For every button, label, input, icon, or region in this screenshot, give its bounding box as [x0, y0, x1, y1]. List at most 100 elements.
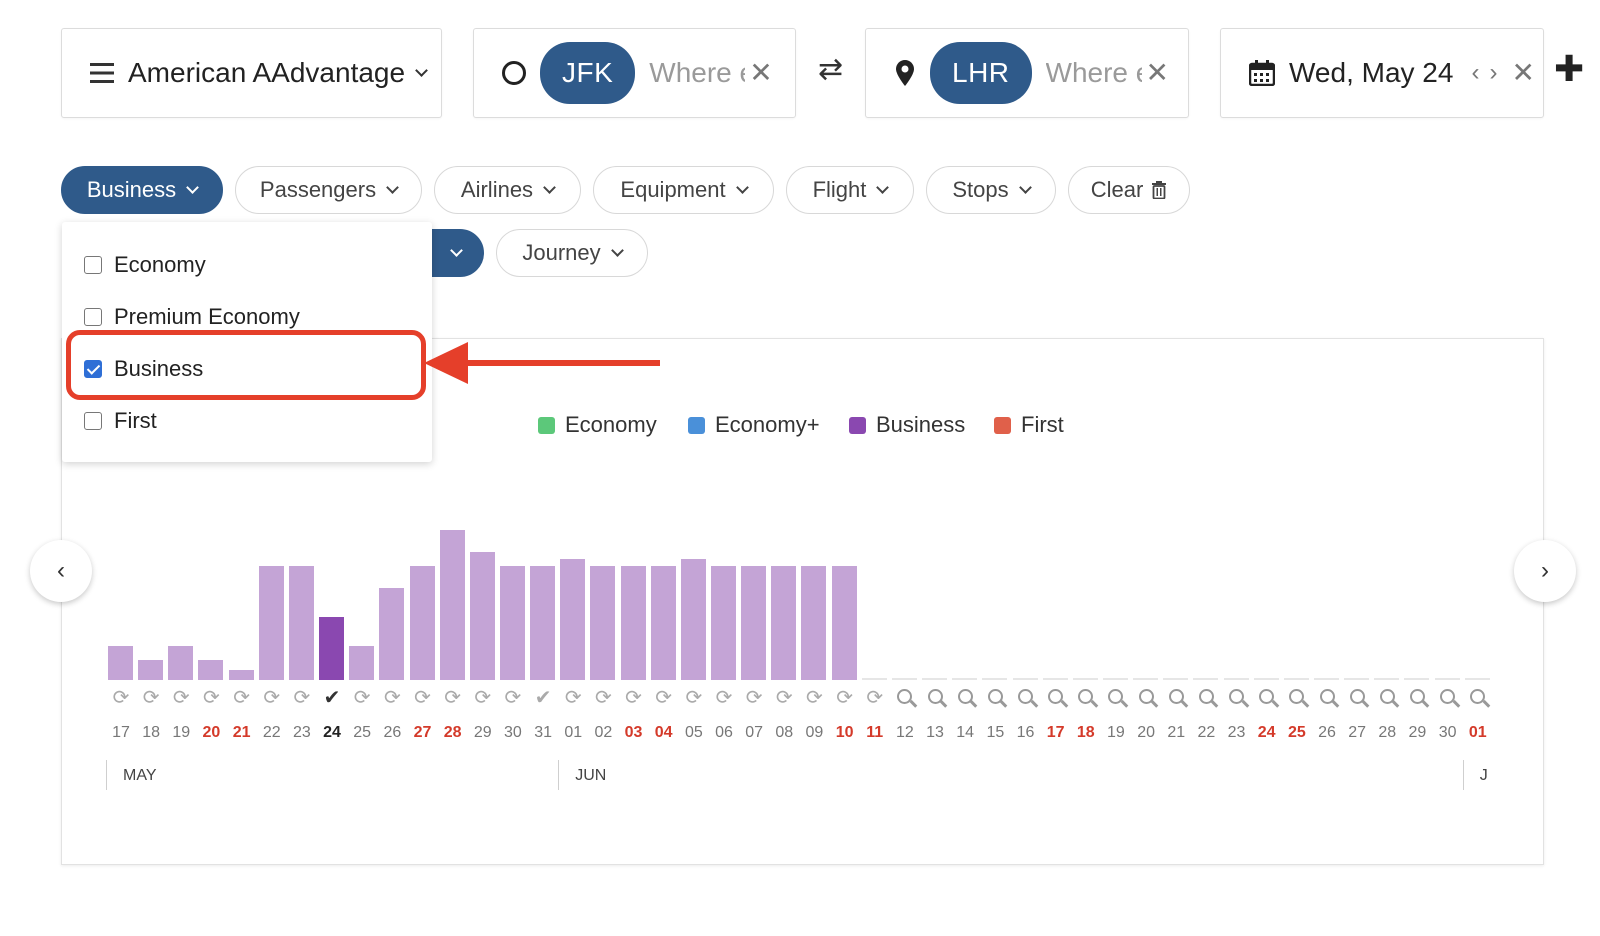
date-tick-label[interactable]: 01 — [1463, 724, 1493, 742]
check-icon[interactable]: ✔ — [528, 688, 558, 708]
date-tick-label[interactable]: 02 — [588, 724, 618, 742]
search-icon[interactable] — [1312, 688, 1342, 708]
refresh-icon[interactable]: ⟳ — [166, 688, 196, 708]
refresh-icon[interactable]: ⟳ — [558, 688, 588, 708]
date-tick-label[interactable]: 20 — [196, 724, 226, 742]
date-tick-label[interactable]: 21 — [1161, 724, 1191, 742]
chart-bar[interactable] — [409, 566, 435, 680]
date-tick-label[interactable]: 14 — [950, 724, 980, 742]
filter-cabin[interactable]: Business — [61, 166, 223, 214]
refresh-icon[interactable]: ⟳ — [679, 688, 709, 708]
chart-bar[interactable] — [771, 566, 797, 680]
search-icon[interactable] — [950, 688, 980, 708]
date-tick-label[interactable]: 01 — [558, 724, 588, 742]
chart-prev-button[interactable]: ‹ — [30, 540, 92, 602]
chart-bar[interactable] — [439, 530, 465, 680]
date-tick-label[interactable]: 23 — [1222, 724, 1252, 742]
chart-bar[interactable] — [530, 566, 556, 680]
chart-bar[interactable] — [258, 566, 284, 680]
date-tick-label[interactable]: 28 — [1372, 724, 1402, 742]
date-tick-label[interactable]: 20 — [1131, 724, 1161, 742]
search-icon[interactable] — [1282, 688, 1312, 708]
filter-passengers[interactable]: Passengers — [235, 166, 422, 214]
date-tick-label[interactable]: 18 — [1071, 724, 1101, 742]
filter-airlines[interactable]: Airlines — [434, 166, 581, 214]
add-search-icon[interactable]: ✚ — [1554, 48, 1584, 90]
date-tick-label[interactable]: 04 — [649, 724, 679, 742]
chart-bar[interactable] — [590, 566, 616, 680]
refresh-icon[interactable]: ⟳ — [588, 688, 618, 708]
legend-economy-plus[interactable]: Economy+ — [688, 412, 820, 438]
date-tick-label[interactable]: 07 — [739, 724, 769, 742]
refresh-icon[interactable]: ⟳ — [468, 688, 498, 708]
search-icon[interactable] — [1161, 688, 1191, 708]
chart-bar[interactable] — [138, 660, 164, 680]
chart-bar[interactable] — [620, 566, 646, 680]
date-tick-label[interactable]: 30 — [1433, 724, 1463, 742]
checkbox[interactable] — [84, 412, 102, 430]
date-tick-label[interactable]: 25 — [1282, 724, 1312, 742]
refresh-icon[interactable]: ⟳ — [739, 688, 769, 708]
origin-input[interactable]: Where else? — [649, 57, 745, 89]
search-icon[interactable] — [1372, 688, 1402, 708]
origin-field[interactable]: JFK Where else? ✕ — [473, 28, 796, 118]
date-tick-label[interactable]: 26 — [1312, 724, 1342, 742]
search-icon[interactable] — [1222, 688, 1252, 708]
chart-bar[interactable] — [469, 552, 495, 680]
chart-bar[interactable] — [168, 646, 194, 680]
refresh-icon[interactable]: ⟳ — [227, 688, 257, 708]
search-icon[interactable] — [890, 688, 920, 708]
filter-journey[interactable]: Journey — [496, 229, 648, 277]
date-tick-label[interactable]: 24 — [317, 724, 347, 742]
refresh-icon[interactable]: ⟳ — [860, 688, 890, 708]
chart-bar[interactable] — [228, 670, 254, 680]
date-tick-label[interactable]: 06 — [709, 724, 739, 742]
origin-pill[interactable]: JFK — [540, 42, 636, 104]
date-tick-label[interactable]: 05 — [679, 724, 709, 742]
refresh-icon[interactable]: ⟳ — [830, 688, 860, 708]
date-tick-label[interactable]: 28 — [438, 724, 468, 742]
search-icon[interactable] — [920, 688, 950, 708]
clear-origin-icon[interactable]: ✕ — [749, 59, 772, 87]
date-tick-label[interactable]: 23 — [287, 724, 317, 742]
date-tick-label[interactable]: 15 — [980, 724, 1010, 742]
search-icon[interactable] — [1342, 688, 1372, 708]
swap-icon[interactable]: ⇄ — [818, 52, 843, 87]
date-tick-label[interactable]: 17 — [1041, 724, 1071, 742]
chart-bar[interactable] — [801, 566, 827, 680]
refresh-icon[interactable]: ⟳ — [498, 688, 528, 708]
search-icon[interactable] — [980, 688, 1010, 708]
checkbox[interactable] — [84, 308, 102, 326]
date-tick-label[interactable]: 29 — [468, 724, 498, 742]
date-tick-label[interactable]: 16 — [1011, 724, 1041, 742]
cabin-option-economy[interactable]: Economy — [84, 252, 206, 278]
checkbox[interactable] — [84, 256, 102, 274]
search-icon[interactable] — [1463, 688, 1493, 708]
date-tick-label[interactable]: 12 — [890, 724, 920, 742]
date-tick-label[interactable]: 08 — [769, 724, 799, 742]
search-icon[interactable] — [1252, 688, 1282, 708]
date-tick-label[interactable]: 18 — [136, 724, 166, 742]
search-icon[interactable] — [1071, 688, 1101, 708]
chart-bar[interactable] — [319, 617, 345, 680]
date-tick-label[interactable]: 17 — [106, 724, 136, 742]
refresh-icon[interactable]: ⟳ — [106, 688, 136, 708]
chart-bar[interactable] — [831, 566, 857, 680]
destination-field[interactable]: LHR Where else? ✕ — [865, 28, 1189, 118]
refresh-icon[interactable]: ⟳ — [287, 688, 317, 708]
date-tick-label[interactable]: 21 — [227, 724, 257, 742]
chart-bar[interactable] — [560, 559, 586, 680]
date-field[interactable]: Wed, May 24 ‹ › ✕ — [1220, 28, 1544, 118]
cabin-option-first[interactable]: First — [84, 408, 157, 434]
date-tick-label[interactable]: 19 — [166, 724, 196, 742]
legend-business[interactable]: Business — [849, 412, 965, 438]
refresh-icon[interactable]: ⟳ — [709, 688, 739, 708]
search-icon[interactable] — [1131, 688, 1161, 708]
date-tick-label[interactable]: 31 — [528, 724, 558, 742]
date-tick-label[interactable]: 09 — [799, 724, 829, 742]
search-icon[interactable] — [1011, 688, 1041, 708]
chart-bar[interactable] — [108, 646, 133, 680]
clear-destination-icon[interactable]: ✕ — [1146, 59, 1169, 87]
date-tick-label[interactable]: 27 — [1342, 724, 1372, 742]
prev-date-icon[interactable]: ‹ — [1471, 59, 1479, 87]
